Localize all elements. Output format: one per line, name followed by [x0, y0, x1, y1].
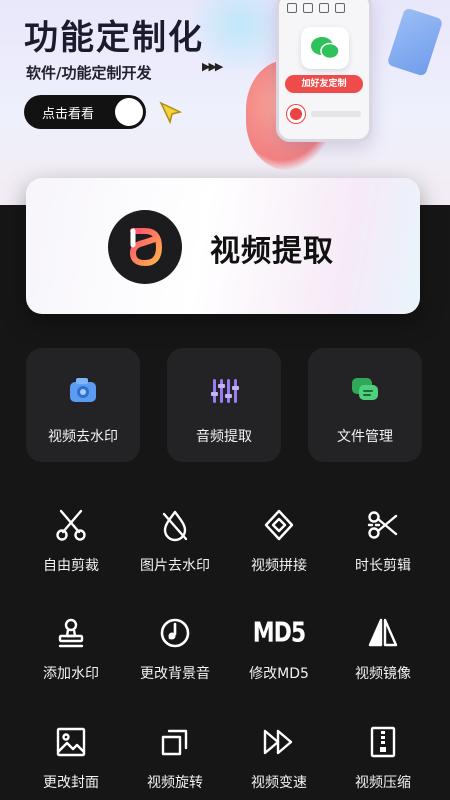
- feature-label: 音频提取: [196, 429, 252, 445]
- phone-illustration: 加好友定制: [276, 0, 372, 142]
- tool-label: 更改背景音: [140, 666, 210, 682]
- video-extract-card[interactable]: 视频提取: [26, 178, 420, 314]
- tool-label: 图片去水印: [140, 558, 210, 574]
- tool-label: 视频变速: [251, 775, 307, 791]
- md5-icon-text: MD5: [252, 617, 306, 649]
- tool-label: 时长剪辑: [355, 558, 411, 574]
- cta-toggle-button[interactable]: 点击看看: [24, 95, 146, 129]
- tool-label: 视频镜像: [355, 666, 411, 682]
- tool-label: 修改MD5: [249, 666, 309, 682]
- stamp-icon: [21, 613, 121, 653]
- zip-icon: [333, 722, 433, 762]
- fast-forward-icon: [229, 722, 329, 762]
- tool-free-crop[interactable]: 自由剪裁: [21, 505, 121, 595]
- phone-add-friend-button: 加好友定制: [285, 75, 363, 93]
- tool-image-watermark-removal[interactable]: 图片去水印: [125, 505, 225, 595]
- hero-title: 视频提取: [210, 234, 334, 269]
- phone-bar: [311, 111, 361, 117]
- tool-label: 自由剪裁: [43, 558, 99, 574]
- cut-timeline-icon: [333, 505, 433, 545]
- scissors-icon: [21, 505, 121, 545]
- tool-label: 添加水印: [43, 666, 99, 682]
- tool-video-merge[interactable]: 视频拼接: [229, 505, 329, 595]
- promo-banner[interactable]: 功能定制化 软件/功能定制开发 ▶▶▶ 点击看看 加好友定制: [0, 0, 450, 205]
- feature-label: 文件管理: [337, 429, 393, 445]
- feature-card-audio-extract[interactable]: 音频提取: [167, 348, 281, 462]
- tool-modify-md5[interactable]: MD5 修改MD5: [229, 613, 329, 703]
- tool-change-bgm[interactable]: 更改背景音: [125, 613, 225, 703]
- tool-change-cover[interactable]: 更改封面: [21, 722, 121, 800]
- banner-subtitle: 软件/功能定制开发: [26, 64, 152, 82]
- tablet-illustration: [386, 7, 444, 77]
- arrows-icon: ▶▶▶: [202, 60, 223, 73]
- record-icon: [287, 105, 305, 123]
- app-logo-icon: [108, 210, 182, 284]
- music-clock-icon: [125, 613, 225, 653]
- banner-title: 功能定制化: [24, 18, 204, 58]
- feature-card-watermark-removal[interactable]: 视频去水印: [26, 348, 140, 462]
- feature-label: 视频去水印: [48, 429, 118, 445]
- tool-video-mirror[interactable]: 视频镜像: [333, 613, 433, 703]
- image-icon: [21, 722, 121, 762]
- equalizer-icon: [167, 376, 281, 410]
- phone-status-icons: [287, 3, 345, 13]
- tool-label: 更改封面: [43, 775, 99, 791]
- no-drop-icon: [125, 505, 225, 545]
- merge-diamond-icon: [229, 505, 329, 545]
- tool-video-speed[interactable]: 视频变速: [229, 722, 329, 800]
- mirror-icon: [333, 613, 433, 653]
- wechat-icon: [301, 27, 349, 69]
- tool-label: 视频拼接: [251, 558, 307, 574]
- cta-label: 点击看看: [42, 107, 95, 122]
- cursor-icon: [159, 101, 183, 125]
- camera-icon: [26, 376, 140, 408]
- chat-folder-icon: [308, 376, 422, 408]
- md5-icon: MD5: [229, 613, 329, 653]
- feature-card-file-manager[interactable]: 文件管理: [308, 348, 422, 462]
- tool-add-watermark[interactable]: 添加水印: [21, 613, 121, 703]
- rotate-icon: [125, 722, 225, 762]
- tool-label: 视频压缩: [355, 775, 411, 791]
- tool-label: 视频旋转: [147, 775, 203, 791]
- tool-duration-trim[interactable]: 时长剪辑: [333, 505, 433, 595]
- tool-video-rotate[interactable]: 视频旋转: [125, 722, 225, 800]
- tool-video-compress[interactable]: 视频压缩: [333, 722, 433, 800]
- toggle-knob: [115, 98, 143, 126]
